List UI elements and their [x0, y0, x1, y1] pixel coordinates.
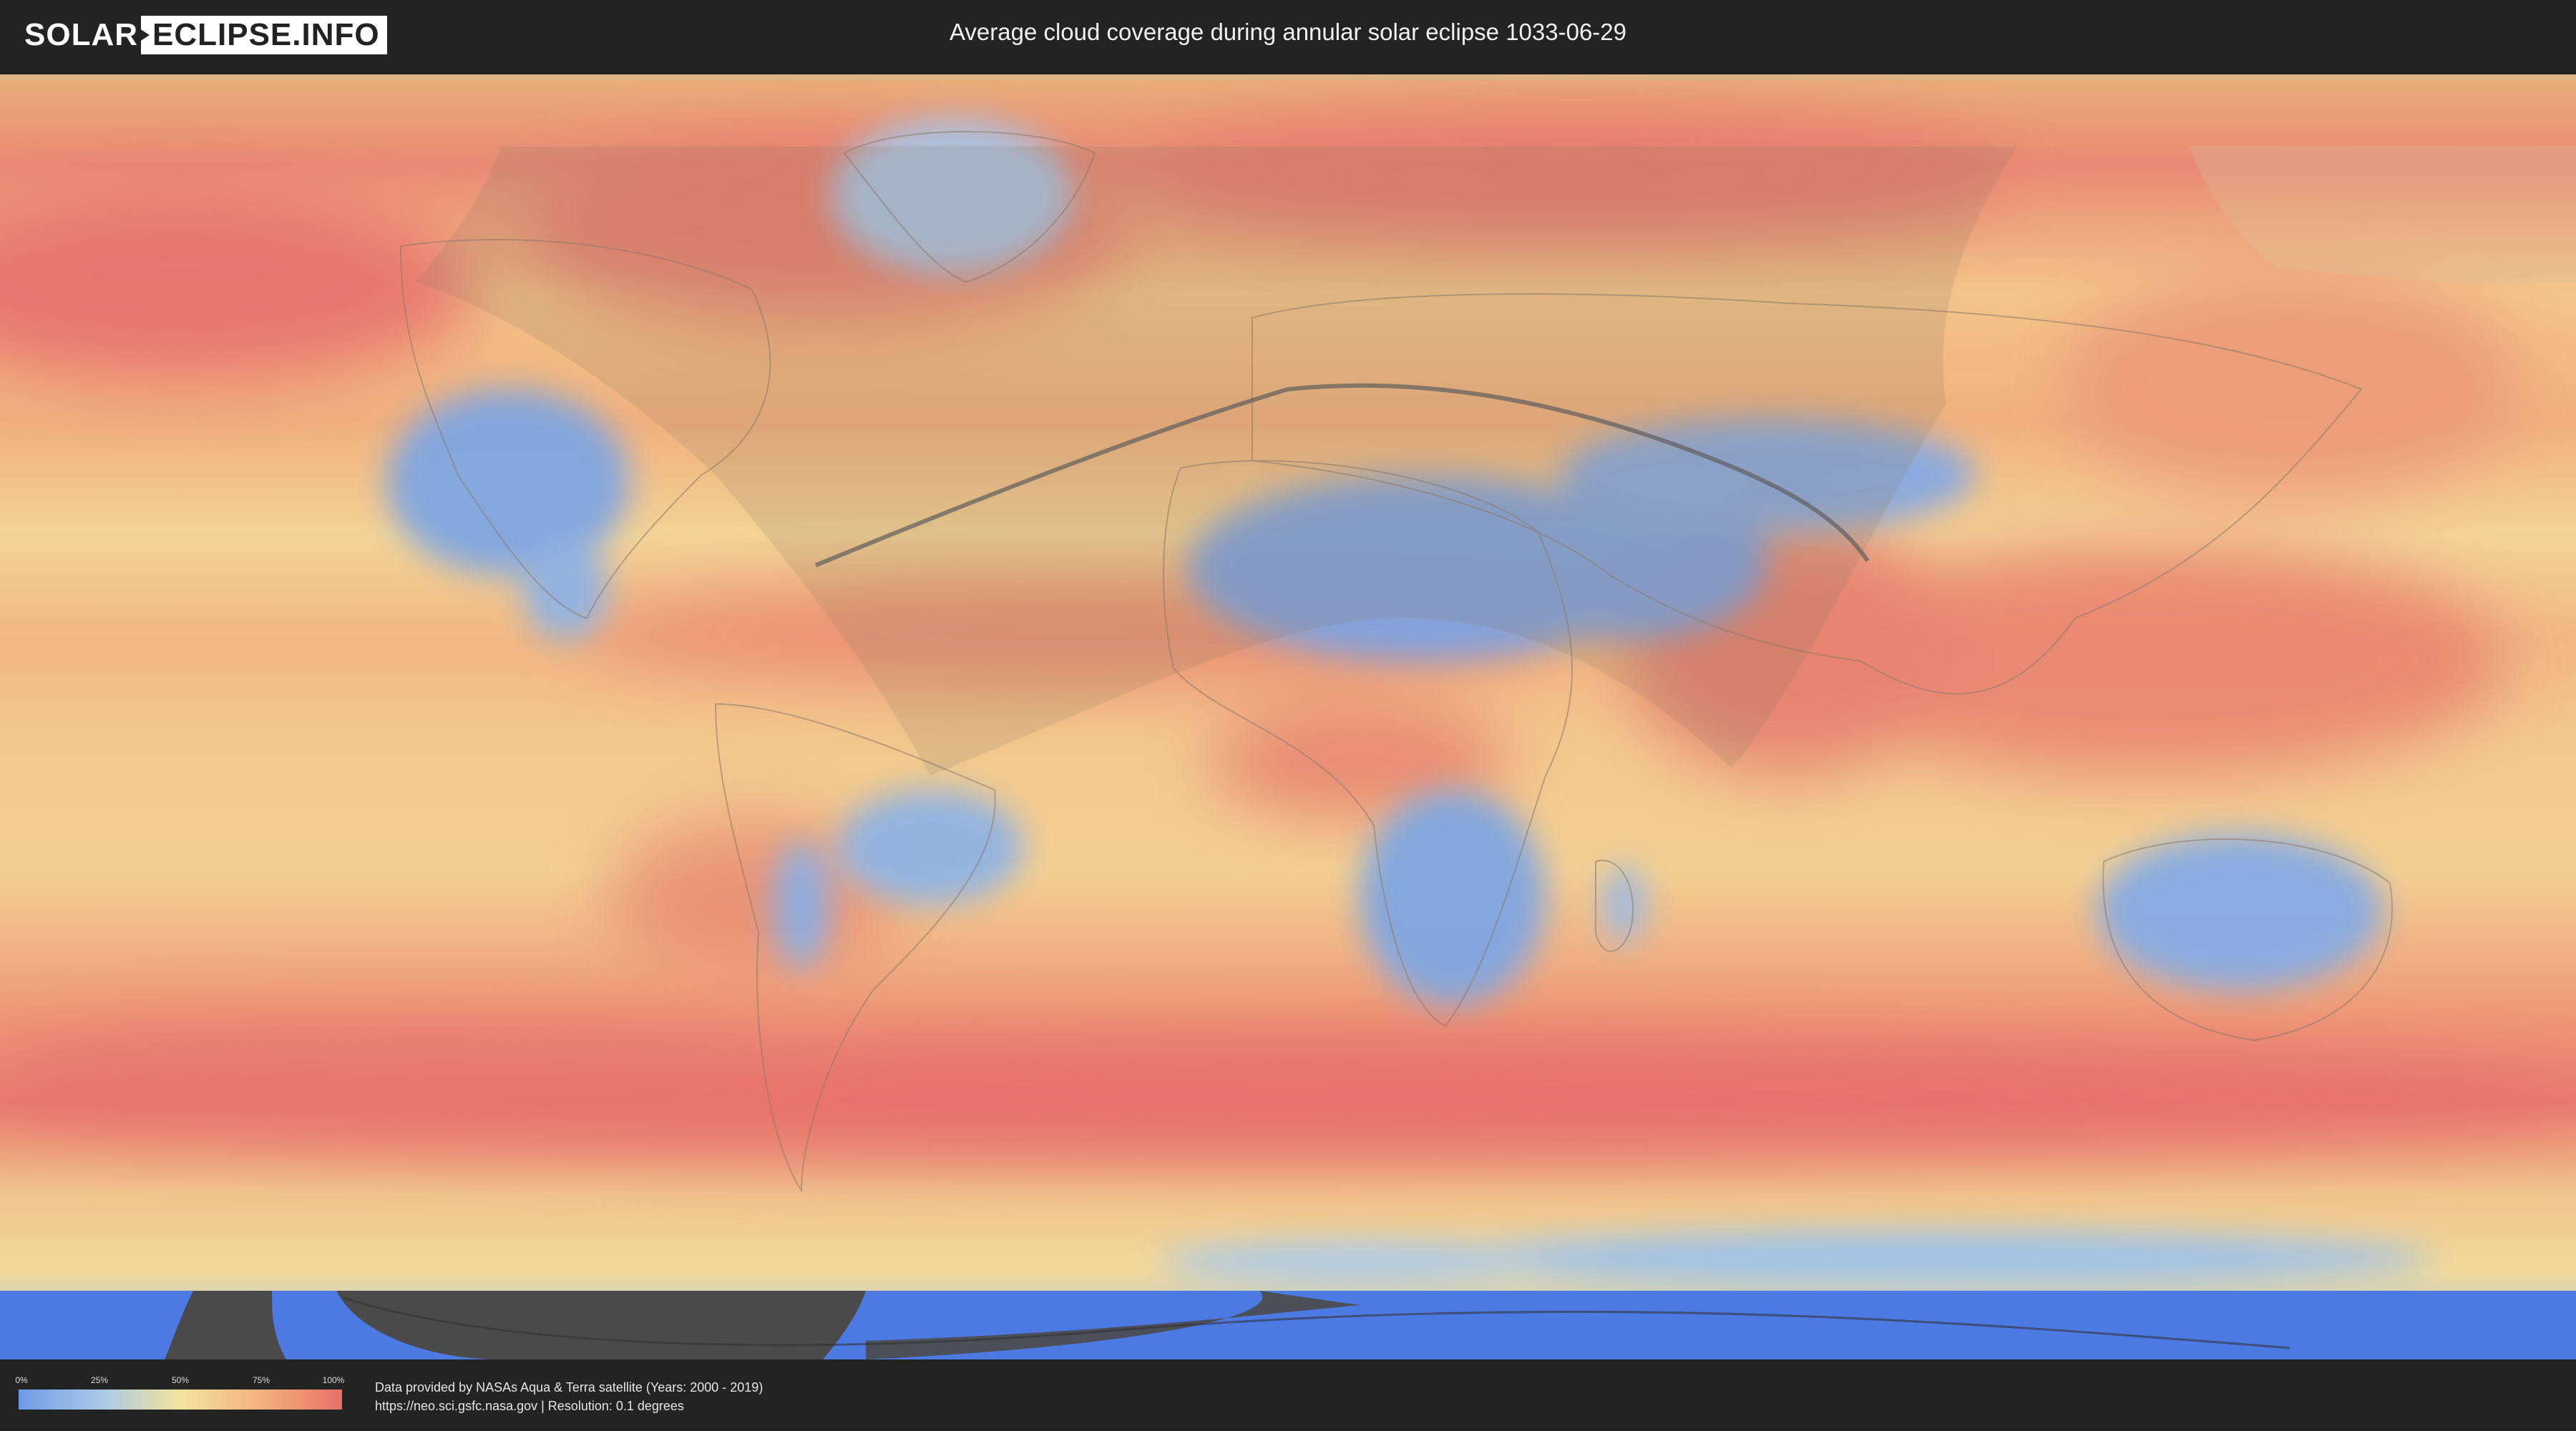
cloud-coverage-map[interactable]: [0, 74, 2576, 1360]
credit-line-2[interactable]: https://neo.sci.gsfc.nasa.gov | Resoluti…: [375, 1397, 763, 1415]
legend-tick-100: 100%: [322, 1375, 345, 1385]
legend-tick-25: 25%: [90, 1375, 109, 1385]
legend-color-bar: [19, 1390, 342, 1410]
legend-tick-50: 50%: [171, 1375, 190, 1385]
legend-tick-75: 75%: [252, 1375, 270, 1385]
cloud-coverage-legend: 0% 25% 50% 75% 100%: [15, 1375, 345, 1410]
page-title: Average cloud coverage during annular so…: [949, 19, 1626, 45]
data-credit: Data provided by NASAs Aqua & Terra sate…: [375, 1378, 763, 1415]
credit-line-1: Data provided by NASAs Aqua & Terra sate…: [375, 1380, 763, 1395]
legend-tick-0: 0%: [15, 1375, 28, 1385]
map-top-edge: [0, 74, 2576, 80]
legend-ticks: 0% 25% 50% 75% 100%: [15, 1375, 345, 1387]
world-map-svg: [0, 74, 2576, 1360]
header-bar: SOLAR ECLIPSE.INFO Average cloud coverag…: [0, 0, 2576, 72]
